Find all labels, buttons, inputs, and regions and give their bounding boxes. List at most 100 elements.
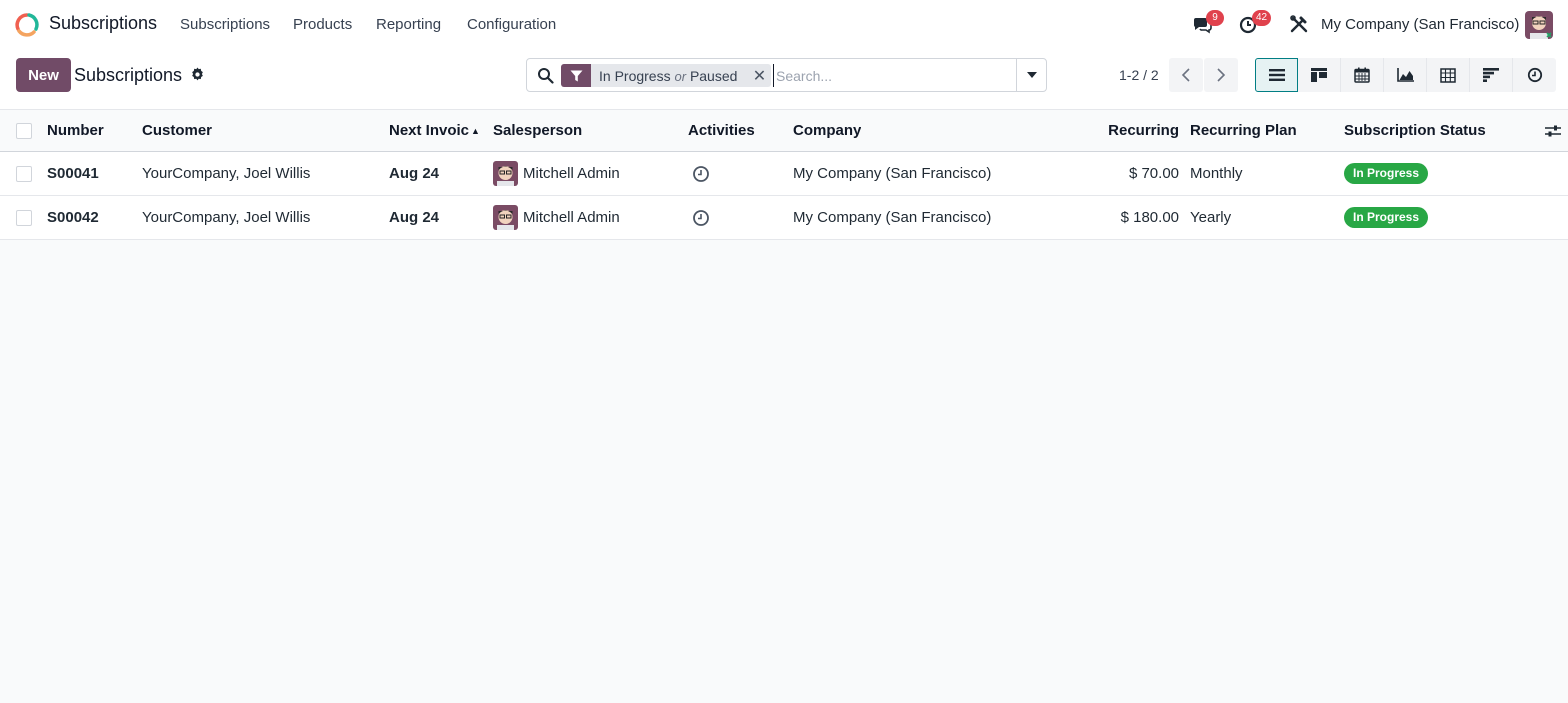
cell-recurring-plan: Yearly (1190, 209, 1232, 226)
select-all-checkbox[interactable] (16, 122, 32, 139)
cell-salesperson: Mitchell Admin (493, 196, 620, 239)
column-header-number[interactable]: Number (47, 110, 104, 151)
calendar-view-button[interactable] (1341, 58, 1384, 92)
cell-company: My Company (San Francisco) (793, 165, 992, 182)
company-switcher[interactable]: My Company (San Francisco) (1321, 16, 1519, 33)
row-select-cell (16, 196, 32, 239)
graph-icon (1396, 68, 1414, 82)
status-badge: In Progress (1344, 207, 1429, 228)
filter-facet: In Progress or Paused ✕ (561, 64, 772, 87)
gantt-view-button[interactable] (1470, 58, 1513, 92)
row-checkbox[interactable] (16, 165, 32, 182)
cell-customer: YourCompany, Joel Willis (142, 209, 311, 226)
subscriptions-app-logo[interactable] (14, 12, 40, 38)
facet-value-in-progress: In Progress (599, 67, 671, 84)
cell-recurring: $ 70.00 (1128, 165, 1179, 182)
column-header-recurring-plan[interactable]: Recurring Plan (1190, 110, 1297, 151)
cell-activities (692, 152, 710, 195)
salesperson-avatar[interactable] (493, 205, 518, 230)
pivot-icon (1440, 67, 1456, 83)
view-switcher (1255, 58, 1556, 92)
cell-activities (692, 196, 710, 239)
list-header-row: Number Customer Next Invoic ▲ Salesperson… (0, 110, 1568, 152)
kanban-view-button[interactable] (1298, 58, 1341, 92)
search-icon[interactable] (537, 67, 554, 84)
select-all-cell (16, 110, 32, 151)
gantt-icon (1483, 68, 1499, 82)
pivot-view-button[interactable] (1427, 58, 1470, 92)
new-button[interactable]: New (16, 58, 71, 92)
search-input[interactable] (773, 64, 1013, 87)
cell-next-invoice: Aug 24 (389, 165, 440, 182)
facet-value-paused: Paused (689, 67, 738, 84)
filter-facet-values: In Progress or Paused (591, 68, 747, 84)
table-row[interactable]: S00042 YourCompany, Joel Willis Aug 24 M… (0, 196, 1568, 240)
activity-view-button[interactable] (1513, 58, 1556, 92)
column-header-company[interactable]: Company (793, 110, 861, 151)
list-view-button[interactable] (1255, 58, 1298, 92)
filter-facet-tag (561, 64, 591, 87)
facet-separator: or (674, 68, 687, 84)
chevron-left-icon (1181, 68, 1190, 82)
filter-icon (570, 70, 582, 81)
table-row[interactable]: S00041 YourCompany, Joel Willis Aug 24 M… (0, 152, 1568, 196)
gear-icon[interactable] (190, 67, 205, 82)
cell-subscription-status: In Progress (1344, 196, 1429, 239)
salesperson-name: Mitchell Admin (523, 165, 620, 182)
cell-salesperson: Mitchell Admin (493, 152, 620, 195)
row-checkbox[interactable] (16, 209, 32, 226)
cell-customer: YourCompany, Joel Willis (142, 165, 311, 182)
column-header-customer[interactable]: Customer (142, 110, 212, 151)
salesperson-avatar-icon (493, 161, 518, 186)
tools-icon[interactable] (1288, 13, 1310, 35)
activity-clock-icon[interactable] (692, 209, 710, 227)
column-header-next-invoice-label: Next Invoic (389, 122, 470, 139)
menu-subscriptions[interactable]: Subscriptions (180, 16, 270, 33)
remove-facet-icon[interactable]: ✕ (747, 66, 771, 86)
menu-configuration[interactable]: Configuration (467, 16, 556, 33)
sliders-icon (1545, 125, 1561, 136)
pager-next-button[interactable] (1204, 58, 1238, 92)
app-title[interactable]: Subscriptions (49, 13, 157, 34)
cell-recurring-plan: Monthly (1190, 165, 1243, 182)
salesperson-avatar[interactable] (493, 161, 518, 186)
user-avatar[interactable] (1525, 11, 1553, 39)
list-icon (1268, 69, 1285, 81)
menu-reporting[interactable]: Reporting (376, 16, 441, 33)
column-header-subscription-status[interactable]: Subscription Status (1344, 110, 1486, 151)
column-header-next-invoice[interactable]: Next Invoic ▲ (389, 110, 478, 151)
pager-value[interactable]: 1-2 / 2 (1119, 67, 1159, 83)
column-header-recurring[interactable]: Recurring (1080, 110, 1179, 151)
page-title: Subscriptions (74, 65, 183, 85)
salesperson-avatar-icon (493, 205, 518, 230)
status-badge: In Progress (1344, 163, 1429, 184)
activity-clock-icon[interactable] (692, 165, 710, 183)
pager-previous-button[interactable] (1169, 58, 1203, 92)
activities-count-badge: 42 (1252, 10, 1272, 26)
row-select-cell (16, 152, 32, 195)
column-header-salesperson[interactable]: Salesperson (493, 110, 582, 151)
column-header-activities[interactable]: Activities (688, 110, 755, 151)
kanban-icon (1311, 68, 1327, 82)
cell-number: S00042 (47, 209, 99, 226)
graph-view-button[interactable] (1384, 58, 1427, 92)
control-panel: New Subscriptions In Progress or Paused … (0, 50, 1568, 110)
menu-products[interactable]: Products (293, 16, 352, 33)
avatar-image-icon (1525, 11, 1553, 39)
optional-columns-toggle[interactable] (1545, 110, 1561, 151)
cell-company: My Company (San Francisco) (793, 209, 992, 226)
messages-count-badge: 9 (1206, 10, 1224, 26)
cell-number: S00041 (47, 165, 99, 182)
sort-ascending-icon: ▲ (471, 125, 478, 136)
cell-recurring: $ 180.00 (1120, 209, 1179, 226)
cell-subscription-status: In Progress (1344, 152, 1429, 195)
caret-down-icon (1026, 72, 1037, 78)
cell-next-invoice: Aug 24 (389, 209, 440, 226)
subscriptions-list: Number Customer Next Invoic ▲ Salesperson… (0, 110, 1568, 240)
chevron-right-icon (1217, 68, 1226, 82)
search-bar: In Progress or Paused ✕ (526, 58, 1047, 92)
salesperson-name: Mitchell Admin (523, 209, 620, 226)
search-options-toggle[interactable] (1016, 59, 1046, 91)
top-navbar: Subscriptions Subscriptions Products Rep… (0, 0, 1568, 50)
activity-icon (1527, 67, 1542, 83)
